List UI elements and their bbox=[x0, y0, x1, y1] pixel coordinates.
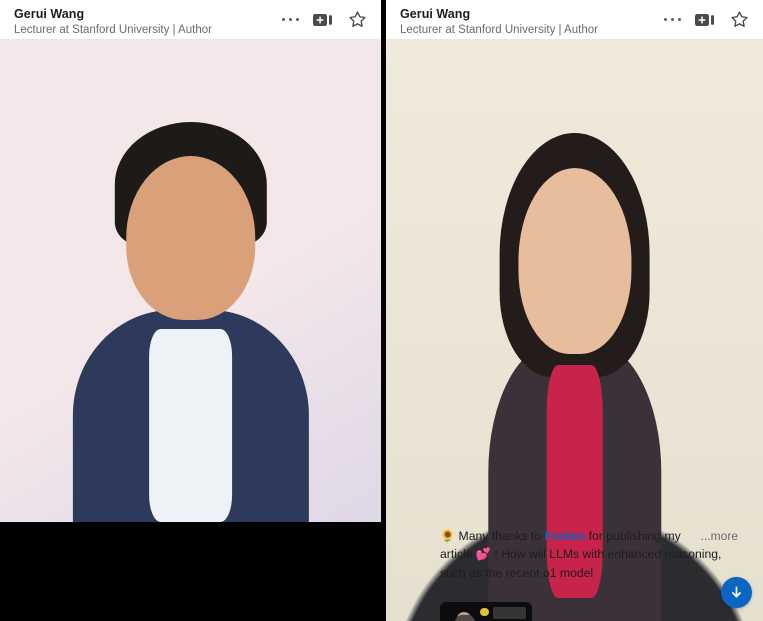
more-options-button[interactable] bbox=[281, 17, 299, 22]
shared-post-text-1: 🌻 Many thanks to bbox=[440, 528, 545, 543]
conversation-name: Gerui Wang bbox=[14, 7, 85, 21]
forbes-mention[interactable]: Forbes bbox=[545, 529, 586, 543]
arrow-down-icon bbox=[732, 586, 741, 598]
star-outline-icon bbox=[349, 11, 366, 27]
conversation-scroll-right[interactable]: Gerui Wang · 9:32 AM Hi Nick, I read mor… bbox=[386, 40, 763, 621]
conversation-name: Gerui Wang bbox=[400, 7, 471, 21]
shared-post-body: ...more 🌻 Many thanks to Forbes for publi… bbox=[430, 521, 748, 593]
conversation-headline: Lecturer at Stanford University | Author bbox=[14, 24, 212, 36]
conversation-panel-left: Gerui Wang Lecturer at Stanford Universi… bbox=[0, 0, 381, 522]
video-camera-plus-icon bbox=[313, 13, 332, 26]
conversation-title-block: Gerui Wang Lecturer at Stanford Universi… bbox=[14, 4, 282, 38]
ellipsis-icon bbox=[281, 17, 299, 22]
video-call-button[interactable] bbox=[695, 13, 716, 27]
star-outline-icon bbox=[731, 11, 748, 27]
star-button[interactable] bbox=[730, 10, 749, 29]
scroll-to-bottom-button[interactable] bbox=[721, 577, 752, 608]
star-button[interactable] bbox=[348, 10, 367, 29]
shared-post-card[interactable]: Gerui Wang · 1st Lecturer at Stanford Un… bbox=[386, 40, 763, 621]
conversation-panel-right: Gerui Wang Lecturer at Stanford Universi… bbox=[386, 0, 763, 621]
more-options-button[interactable] bbox=[663, 17, 681, 22]
screen: Gerui Wang Lecturer at Stanford Universi… bbox=[0, 0, 763, 621]
header-actions-right bbox=[663, 4, 753, 29]
header-actions-left bbox=[281, 4, 371, 29]
link-preview-thumbnail bbox=[440, 602, 532, 621]
video-call-button[interactable] bbox=[313, 13, 334, 27]
ellipsis-icon bbox=[663, 17, 681, 22]
avatar[interactable] bbox=[386, 40, 763, 621]
see-more-link[interactable]: ...more bbox=[701, 527, 738, 546]
conversation-header-left: Gerui Wang Lecturer at Stanford Universi… bbox=[0, 0, 381, 40]
conversation-title-block: Gerui Wang Lecturer at Stanford Universi… bbox=[400, 4, 664, 38]
message-row: Nick Wolny (He/Him) · 10:02 AM Don't hav… bbox=[0, 40, 381, 522]
avatar[interactable] bbox=[0, 40, 381, 522]
conversation-header-right: Gerui Wang Lecturer at Stanford Universi… bbox=[386, 0, 763, 40]
conversation-scroll-left[interactable]: Gerui Wang · 1st Lecturer at Stanford Un… bbox=[0, 40, 381, 522]
video-camera-plus-icon bbox=[695, 13, 714, 26]
conversation-headline: Lecturer at Stanford University | Author bbox=[400, 24, 598, 36]
shared-post-author-row: Gerui Wang · 1st Lecturer at Stanford Un… bbox=[386, 40, 763, 621]
